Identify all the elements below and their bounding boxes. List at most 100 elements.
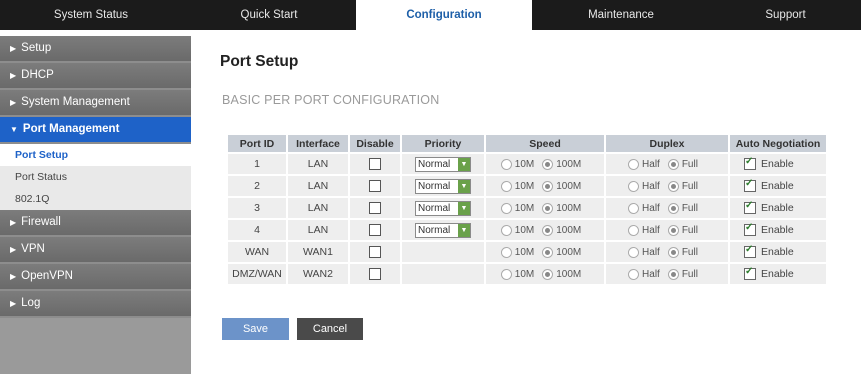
duplex-half-radio[interactable] — [628, 246, 640, 258]
duplex-half-label: Half — [642, 202, 660, 214]
speed-100m-radio[interactable] — [542, 202, 554, 214]
sidebar-item-label: OpenVPN — [21, 270, 73, 282]
disable-cell — [350, 198, 400, 218]
auto-negotiation-label: Enable — [761, 158, 794, 171]
auto-negotiation-checkbox[interactable] — [744, 178, 756, 193]
disable-checkbox[interactable] — [369, 268, 381, 281]
duplex-half-radio[interactable] — [628, 158, 640, 170]
interface-cell: LAN — [288, 154, 348, 174]
sidebar-item-label: VPN — [21, 243, 45, 255]
duplex-full-radio[interactable] — [667, 180, 679, 192]
interface-cell: LAN — [288, 198, 348, 218]
tab-support[interactable]: Support — [710, 0, 861, 30]
duplex-half-radio[interactable] — [628, 224, 640, 236]
sidebar-item-log[interactable]: ▶ Log — [0, 291, 191, 318]
duplex-half-radio[interactable] — [628, 268, 640, 280]
auto-negotiation-checkbox[interactable] — [744, 222, 756, 237]
auto-negotiation-label: Enable — [761, 202, 794, 215]
speed-10m-radio[interactable] — [500, 246, 512, 258]
speed-100m-radio[interactable] — [542, 180, 554, 192]
sidebar-subitem-port-status[interactable]: Port Status — [0, 166, 191, 188]
duplex-full-radio[interactable] — [667, 158, 679, 170]
dropdown-arrow-icon: ▼ — [458, 157, 470, 171]
sidebar-subitem-port-setup[interactable]: Port Setup — [0, 144, 191, 166]
sidebar-item-setup[interactable]: ▶ Setup — [0, 36, 191, 63]
speed-10m-radio[interactable] — [500, 268, 512, 280]
tab-quick-start[interactable]: Quick Start — [182, 0, 356, 30]
tab-maintenance[interactable]: Maintenance — [532, 0, 710, 30]
duplex-cell: Half Full — [606, 154, 728, 174]
port-id-cell: WAN — [228, 242, 286, 262]
speed-100m-radio[interactable] — [542, 268, 554, 280]
duplex-full-radio[interactable] — [667, 202, 679, 214]
speed-cell: 10M 100M — [486, 154, 604, 174]
auto-negotiation-cell: Enable — [730, 154, 826, 174]
port-id-cell: 1 — [228, 154, 286, 174]
auto-negotiation-cell: Enable — [730, 176, 826, 196]
speed-10m-radio[interactable] — [500, 180, 512, 192]
priority-value: Normal — [418, 180, 451, 192]
section-title: BASIC PER PORT CONFIGURATION — [222, 93, 440, 107]
sidebar-subitem-8021q[interactable]: 802.1Q — [0, 188, 191, 210]
auto-negotiation-label: Enable — [761, 224, 794, 237]
table-row: 4LAN Normal ▼ 10M 100M Half Full Enable — [228, 220, 826, 240]
table-row: WANWAN1 10M 100M Half Full Enable — [228, 242, 826, 262]
save-button[interactable]: Save — [222, 318, 289, 340]
caret-right-icon: ▶ — [10, 71, 17, 80]
sidebar-filler — [0, 318, 191, 374]
disable-checkbox[interactable] — [369, 246, 381, 259]
speed-100m-radio[interactable] — [542, 158, 554, 170]
duplex-full-radio[interactable] — [667, 246, 679, 258]
table-row: 2LAN Normal ▼ 10M 100M Half Full Enable — [228, 176, 826, 196]
auto-negotiation-checkbox[interactable] — [744, 244, 756, 259]
table-row: 3LAN Normal ▼ 10M 100M Half Full Enable — [228, 198, 826, 218]
disable-checkbox[interactable] — [369, 224, 381, 237]
priority-cell: Normal ▼ — [402, 154, 484, 174]
duplex-half-label: Half — [642, 158, 660, 170]
sidebar-item-openvpn[interactable]: ▶ OpenVPN — [0, 264, 191, 291]
speed-100m-label: 100M — [556, 268, 582, 280]
speed-10m-radio[interactable] — [500, 158, 512, 170]
disable-checkbox[interactable] — [369, 158, 381, 171]
tab-configuration[interactable]: Configuration — [356, 0, 532, 30]
header-speed: Speed — [486, 135, 604, 152]
sidebar-item-dhcp[interactable]: ▶ DHCP — [0, 63, 191, 90]
speed-10m-label: 10M — [514, 246, 535, 258]
disable-cell — [350, 154, 400, 174]
disable-cell — [350, 264, 400, 284]
duplex-full-radio[interactable] — [667, 224, 679, 236]
priority-select[interactable]: Normal ▼ — [415, 222, 471, 238]
duplex-full-radio[interactable] — [667, 268, 679, 280]
tab-system-status[interactable]: System Status — [0, 0, 182, 30]
sidebar-item-port-management[interactable]: ▼ Port Management — [0, 117, 191, 144]
priority-select[interactable]: Normal ▼ — [415, 156, 471, 172]
speed-10m-radio[interactable] — [500, 202, 512, 214]
speed-100m-radio[interactable] — [542, 246, 554, 258]
duplex-cell: Half Full — [606, 220, 728, 240]
duplex-full-label: Full — [681, 202, 698, 214]
speed-100m-radio[interactable] — [542, 224, 554, 236]
auto-negotiation-cell: Enable — [730, 198, 826, 218]
interface-cell: WAN2 — [288, 264, 348, 284]
duplex-half-radio[interactable] — [628, 202, 640, 214]
disable-checkbox[interactable] — [369, 202, 381, 215]
priority-select[interactable]: Normal ▼ — [415, 200, 471, 216]
duplex-cell: Half Full — [606, 264, 728, 284]
disable-checkbox[interactable] — [369, 180, 381, 193]
speed-cell: 10M 100M — [486, 242, 604, 262]
sidebar-item-system-management[interactable]: ▶ System Management — [0, 90, 191, 117]
duplex-half-radio[interactable] — [628, 180, 640, 192]
caret-right-icon: ▶ — [10, 44, 17, 53]
auto-negotiation-checkbox[interactable] — [744, 156, 756, 171]
disable-cell — [350, 242, 400, 262]
auto-negotiation-checkbox[interactable] — [744, 266, 756, 281]
priority-select[interactable]: Normal ▼ — [415, 178, 471, 194]
sidebar-item-vpn[interactable]: ▶ VPN — [0, 237, 191, 264]
port-id-cell: 3 — [228, 198, 286, 218]
sidebar-item-firewall[interactable]: ▶ Firewall — [0, 210, 191, 237]
speed-10m-radio[interactable] — [500, 224, 512, 236]
cancel-button[interactable]: Cancel — [297, 318, 363, 340]
auto-negotiation-label: Enable — [761, 268, 794, 281]
speed-10m-label: 10M — [514, 202, 535, 214]
auto-negotiation-checkbox[interactable] — [744, 200, 756, 215]
